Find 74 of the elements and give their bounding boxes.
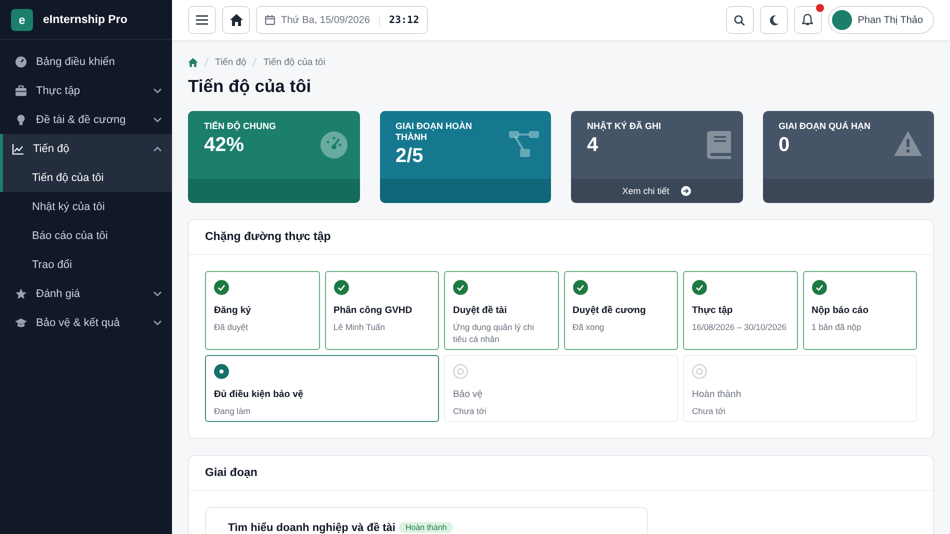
milestone-title: Đủ điều kiện bảo vệ (214, 389, 304, 400)
avatar-circle (832, 10, 852, 30)
user-menu[interactable]: Phan Thị Thảo (828, 6, 934, 34)
menu-icon (196, 15, 208, 25)
sidebar-item[interactable]: Bảo vệ & kết quả (0, 308, 172, 337)
sidebar-item[interactable]: Đề tài & đề cương (0, 105, 172, 134)
lightbulb-icon (15, 114, 27, 126)
milestone-title: Thực tập (692, 305, 734, 316)
sidebar-subitem[interactable]: Báo cáo của tôi (0, 221, 172, 250)
stat-label: GIAI ĐOẠN HOÀN THÀNH (396, 121, 473, 143)
stat-value: 42% (204, 134, 246, 157)
milestone-title: Duyệt đề cương (572, 305, 647, 316)
clock-time: 23:12 (378, 14, 420, 26)
home-button[interactable] (222, 6, 250, 34)
sidebar-item[interactable]: Tiến độ (0, 134, 172, 163)
milestone-title: Nộp báo cáo (812, 305, 870, 316)
stat-label: TIẾN ĐỘ CHUNG (204, 121, 276, 132)
network-icon (509, 131, 539, 157)
milestone-detail: Ứng dụng quản lý chi tiêu cá nhân (453, 321, 535, 345)
milestone-detail: Đã xong (572, 321, 606, 333)
date-text: Thứ Ba, 15/09/2026 (281, 14, 370, 26)
milestone-detail: 16/08/2026 – 30/10/2026 (692, 321, 788, 333)
dark-mode-button[interactable] (760, 6, 788, 34)
line-chart-icon (12, 142, 24, 154)
notification-dot (816, 4, 824, 12)
briefcase-icon (15, 84, 27, 96)
warning-icon (894, 131, 922, 156)
page-title: Tiến độ của tôi (188, 76, 312, 97)
milestone-detail: Lê Minh Tuấn (334, 321, 386, 333)
menu-button[interactable] (188, 6, 216, 34)
panel-title: Giai đoạn (189, 456, 933, 491)
moon-icon (768, 14, 779, 26)
stat-value: 2/5 (396, 145, 424, 168)
sidebar-subitem[interactable]: Tiến độ của tôi (0, 163, 172, 192)
book-icon (706, 131, 730, 159)
gauge-icon (320, 131, 348, 159)
details-link[interactable]: Xem chi tiết (622, 186, 692, 196)
breadcrumb-item[interactable]: Tiến độ (215, 56, 246, 68)
home-icon[interactable] (188, 58, 198, 66)
stat-value: 0 (778, 134, 791, 157)
arrow-circle-icon (681, 186, 692, 196)
stat-label: NHẬT KÝ ĐÃ GHI (587, 121, 661, 132)
calendar-icon (265, 15, 275, 25)
graduation-cap-icon (15, 316, 27, 328)
star-icon (15, 288, 27, 300)
milestone-title: Phân công GVHD (334, 305, 414, 316)
home-icon (230, 14, 242, 26)
milestone-title: Duyệt đề tài (453, 305, 508, 316)
milestone-detail: Chưa tới (692, 405, 726, 417)
sidebar-item[interactable]: Thực tập (0, 76, 172, 105)
panel-title: Chặng đường thực tập (189, 220, 933, 255)
notifications-button[interactable] (794, 6, 822, 34)
milestone-title: Bảo vệ (453, 389, 484, 400)
sidebar-subitem[interactable]: Nhật ký của tôi (0, 192, 172, 221)
phase-title: Tìm hiểu doanh nghiệp và đề tài (228, 522, 396, 534)
app-logo: e (11, 8, 33, 30)
sidebar-item[interactable]: Đánh giá (0, 279, 172, 308)
milestone-title: Hoàn thành (692, 389, 742, 400)
breadcrumb-item: Tiến độ của tôi (263, 56, 326, 68)
stat-value: 4 (587, 134, 600, 157)
status-badge: Hoàn thành (399, 522, 453, 533)
milestone-detail: Đang làm (214, 405, 252, 417)
milestone-detail: Chưa tới (453, 405, 488, 417)
sidebar-subitem[interactable]: Trao đổi (0, 250, 172, 279)
milestone-title: Đăng ký (214, 305, 252, 316)
stat-label: GIAI ĐOẠN QUÁ HẠN (778, 121, 870, 132)
search-icon (734, 14, 746, 26)
app-name: eInternship Pro (43, 14, 128, 26)
sidebar-item[interactable]: Bảng điều khiển (0, 47, 172, 76)
bell-icon (802, 14, 814, 26)
milestone-detail: 1 bản đã nộp (812, 321, 862, 333)
gauge-icon (15, 56, 27, 68)
milestone-detail: Đã duyệt (214, 321, 250, 333)
search-button[interactable] (726, 6, 754, 34)
